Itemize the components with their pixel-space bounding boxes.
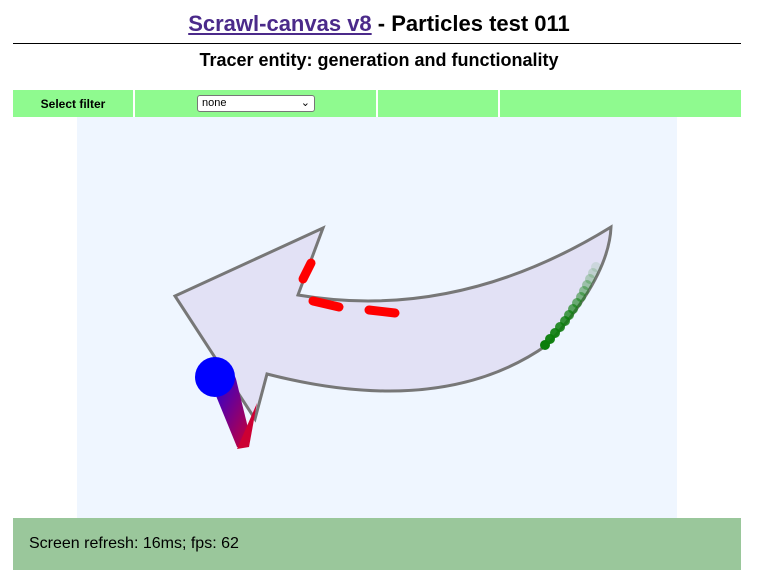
demo-canvas[interactable] — [77, 117, 677, 518]
status-bar: Screen refresh: 16ms; fps: 62 — [13, 518, 741, 570]
title-link[interactable]: Scrawl-canvas v8 — [188, 11, 371, 36]
title-divider — [13, 43, 741, 44]
page-subtitle: Tracer entity: generation and functional… — [199, 50, 559, 70]
chevron-down-icon: ⌄ — [300, 97, 310, 109]
filter-select-value: none — [202, 97, 227, 109]
controls-bar: Select filter none ⌄ — [13, 90, 741, 117]
page-title: Scrawl-canvas v8 - Particles test 011 — [0, 10, 758, 38]
red-tracer — [308, 296, 344, 312]
status-text: Screen refresh: 16ms; fps: 62 — [29, 535, 239, 552]
gradient-tracer-head — [195, 357, 235, 397]
controls-empty-cell — [378, 90, 498, 117]
filter-select-cell: none ⌄ — [135, 90, 376, 117]
filter-label: Select filter — [13, 90, 133, 117]
red-tracer — [364, 305, 400, 318]
page: Scrawl-canvas v8 - Particles test 011 Tr… — [0, 0, 758, 585]
filter-select[interactable]: none ⌄ — [197, 95, 315, 112]
arrow-shape — [172, 224, 613, 423]
controls-empty-cell — [500, 90, 741, 117]
title-text: - Particles test 011 — [371, 11, 570, 36]
canvas-drawing — [172, 224, 613, 449]
